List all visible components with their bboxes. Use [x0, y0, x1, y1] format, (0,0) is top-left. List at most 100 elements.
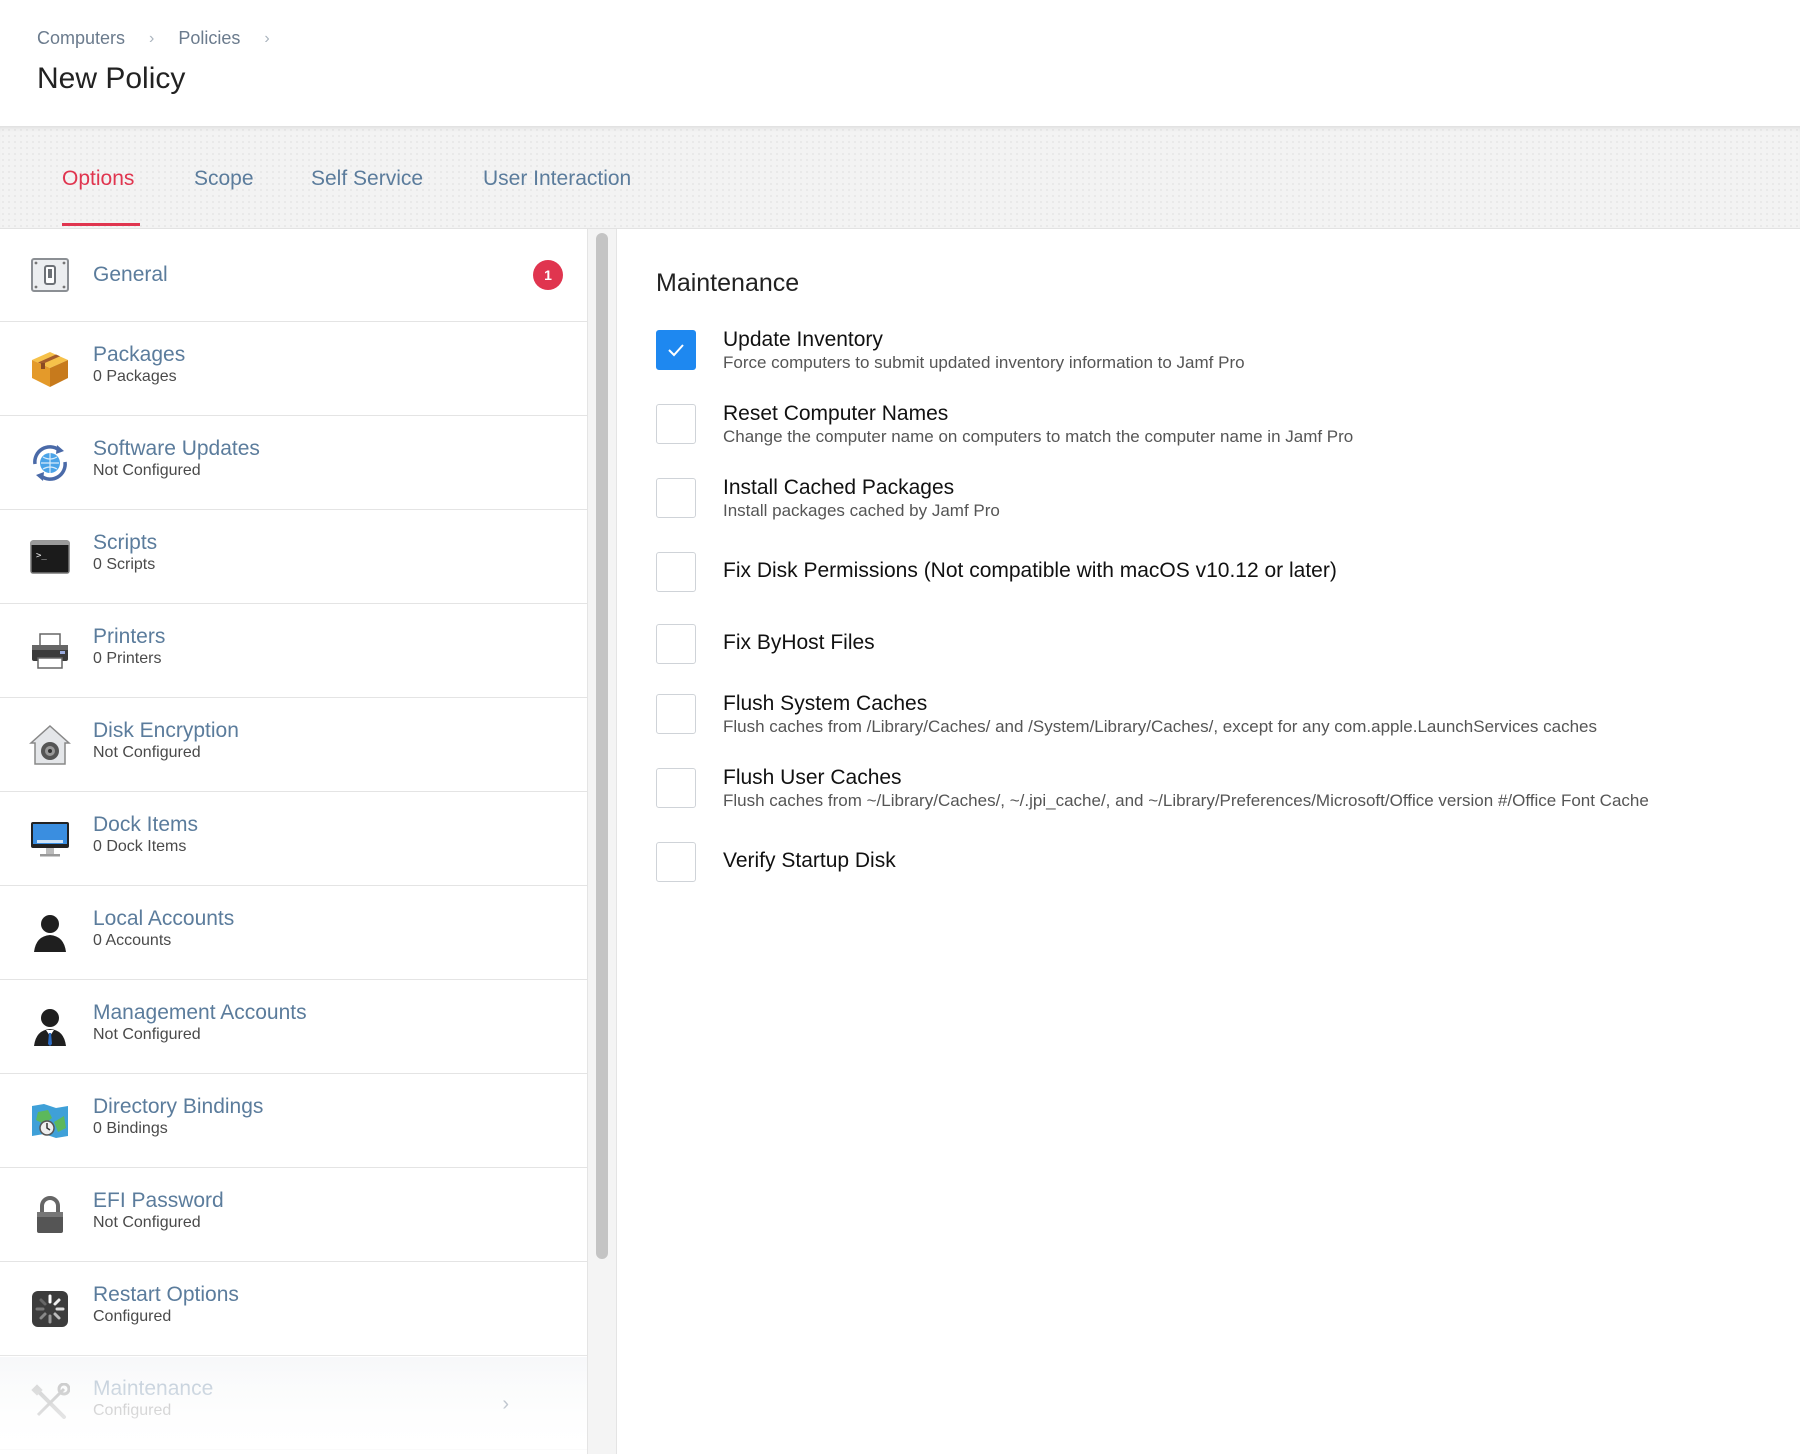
sidebar-item-dock-items[interactable]: Dock Items 0 Dock Items — [0, 793, 587, 886]
sidebar: General 1 Packages 0 Packages Software U… — [0, 229, 587, 1454]
option-description: Install packages cached by Jamf Pro — [723, 501, 1000, 520]
sidebar-item-title: Restart Options — [93, 1283, 239, 1306]
sidebar-item-efi-password[interactable]: EFI Password Not Configured — [0, 1169, 587, 1262]
option-flush-user-caches: Flush User Caches Flush caches from ~/Li… — [656, 766, 1776, 826]
sidebar-item-title: Disk Encryption — [93, 719, 239, 742]
option-install-cached-packages: Install Cached Packages Install packages… — [656, 476, 1776, 536]
tab-options[interactable]: Options — [62, 167, 134, 191]
sidebar-item-directory-bindings[interactable]: Directory Bindings 0 Bindings — [0, 1075, 587, 1168]
sidebar-item-subtitle: 0 Scripts — [93, 556, 156, 573]
sidebar-item-subtitle: 0 Packages — [93, 368, 177, 385]
active-tab-indicator — [62, 223, 140, 226]
filevault-house-icon — [28, 723, 72, 767]
checkmark-icon — [668, 344, 684, 357]
sidebar-item-software-updates[interactable]: Software Updates Not Configured — [0, 417, 587, 510]
sidebar-item-subtitle: Not Configured — [93, 744, 201, 761]
sidebar-item-management-accounts[interactable]: Management Accounts Not Configured — [0, 981, 587, 1074]
option-flush-system-caches: Flush System Caches Flush caches from /L… — [656, 692, 1776, 752]
directory-map-icon — [28, 1099, 72, 1143]
fix-disk-permissions-checkbox[interactable] — [656, 552, 696, 592]
chevron-right-icon: › — [264, 29, 270, 47]
tab-bar: Options Scope Self Service User Interact… — [0, 126, 1800, 229]
sidebar-item-title: Dock Items — [93, 813, 199, 836]
sidebar-item-packages[interactable]: Packages 0 Packages — [0, 323, 587, 416]
sidebar-item-subtitle: Not Configured — [93, 1026, 201, 1043]
reset-computer-names-checkbox[interactable] — [656, 404, 696, 444]
breadcrumb-computers[interactable]: Computers — [37, 28, 125, 49]
option-update-inventory: Update Inventory Force computers to subm… — [656, 328, 1776, 388]
option-label: Reset Computer Names — [723, 402, 949, 425]
option-description: Flush caches from /Library/Caches/ and /… — [723, 717, 1598, 736]
sidebar-item-title: EFI Password — [93, 1189, 224, 1212]
breadcrumb: Computers › Policies › — [37, 28, 294, 49]
update-inventory-checkbox[interactable] — [656, 330, 696, 370]
option-fix-byhost-files: Fix ByHost Files — [656, 622, 1776, 682]
restart-spinner-icon — [28, 1287, 72, 1331]
sidebar-item-title: Printers — [93, 625, 166, 648]
sidebar-item-title: Maintenance — [93, 1377, 214, 1400]
fix-byhost-files-checkbox[interactable] — [656, 624, 696, 664]
breadcrumb-policies[interactable]: Policies — [178, 28, 240, 49]
sidebar-item-title: Directory Bindings — [93, 1095, 264, 1118]
sidebar-item-subtitle: Configured — [93, 1308, 172, 1325]
package-box-icon — [28, 347, 72, 391]
sidebar-item-subtitle: 0 Dock Items — [93, 838, 187, 855]
option-label: Flush System Caches — [723, 692, 928, 715]
tab-user-interaction[interactable]: User Interaction — [483, 167, 631, 191]
software-update-globe-icon — [28, 441, 72, 485]
sidebar-item-subtitle: 0 Accounts — [93, 932, 172, 949]
tab-self-service[interactable]: Self Service — [311, 167, 423, 191]
sidebar-scrollbar-thumb[interactable] — [596, 233, 608, 1259]
sidebar-item-general[interactable]: General 1 — [0, 229, 587, 322]
sidebar-item-title: Packages — [93, 343, 186, 366]
error-count-badge: 1 — [533, 260, 563, 290]
manager-silhouette-icon — [28, 1005, 72, 1049]
sidebar-item-title: Software Updates — [93, 437, 260, 460]
option-reset-computer-names: Reset Computer Names Change the computer… — [656, 402, 1776, 462]
chevron-right-icon: › — [502, 1393, 509, 1415]
tools-wrench-icon — [28, 1381, 72, 1425]
tab-scope[interactable]: Scope — [194, 167, 254, 191]
sidebar-item-subtitle: Configured — [93, 1402, 172, 1419]
page-title: New Policy — [37, 62, 186, 95]
maintenance-panel: Maintenance Update Inventory Force compu… — [618, 229, 1800, 1454]
option-label: Verify Startup Disk — [723, 849, 896, 872]
sidebar-item-disk-encryption[interactable]: Disk Encryption Not Configured — [0, 699, 587, 792]
sidebar-item-local-accounts[interactable]: Local Accounts 0 Accounts — [0, 887, 587, 980]
padlock-icon — [28, 1193, 72, 1237]
sidebar-item-title: Local Accounts — [93, 907, 235, 930]
page-header: Computers › Policies › New Policy — [0, 0, 1800, 126]
section-title: Maintenance — [656, 269, 800, 297]
user-silhouette-icon — [28, 911, 72, 955]
option-label: Update Inventory — [723, 328, 883, 351]
flush-user-caches-checkbox[interactable] — [656, 768, 696, 808]
chevron-right-icon: › — [149, 29, 155, 47]
option-description: Force computers to submit updated invent… — [723, 353, 1245, 372]
printer-icon — [28, 629, 72, 673]
option-label: Fix Disk Permissions (Not compatible wit… — [723, 559, 1337, 582]
svg-text:>_: >_ — [36, 551, 47, 561]
sidebar-item-subtitle: 0 Bindings — [93, 1120, 168, 1137]
toggle-switch-icon — [28, 253, 72, 297]
sidebar-item-title: General — [93, 263, 168, 286]
sidebar-item-printers[interactable]: Printers 0 Printers — [0, 605, 587, 698]
terminal-icon: >_ — [28, 535, 72, 579]
sidebar-item-scripts[interactable]: >_ Scripts 0 Scripts — [0, 511, 587, 604]
sidebar-item-subtitle: Not Configured — [93, 1214, 201, 1231]
flush-system-caches-checkbox[interactable] — [656, 694, 696, 734]
sidebar-item-title: Scripts — [93, 531, 158, 554]
sidebar-item-maintenance[interactable]: Maintenance Configured › — [0, 1357, 587, 1450]
sidebar-item-subtitle: Not Configured — [93, 462, 201, 479]
sidebar-item-title: Management Accounts — [93, 1001, 307, 1024]
sidebar-item-subtitle: 0 Printers — [93, 650, 162, 667]
option-label: Fix ByHost Files — [723, 631, 875, 654]
option-description: Change the computer name on computers to… — [723, 427, 1354, 446]
option-label: Flush User Caches — [723, 766, 902, 789]
verify-startup-disk-checkbox[interactable] — [656, 842, 696, 882]
monitor-dock-icon — [28, 817, 72, 861]
option-label: Install Cached Packages — [723, 476, 955, 499]
option-fix-disk-permissions: Fix Disk Permissions (Not compatible wit… — [656, 550, 1776, 610]
install-cached-packages-checkbox[interactable] — [656, 478, 696, 518]
option-description: Flush caches from ~/Library/Caches/, ~/.… — [723, 791, 1649, 810]
sidebar-item-restart-options[interactable]: Restart Options Configured — [0, 1263, 587, 1356]
